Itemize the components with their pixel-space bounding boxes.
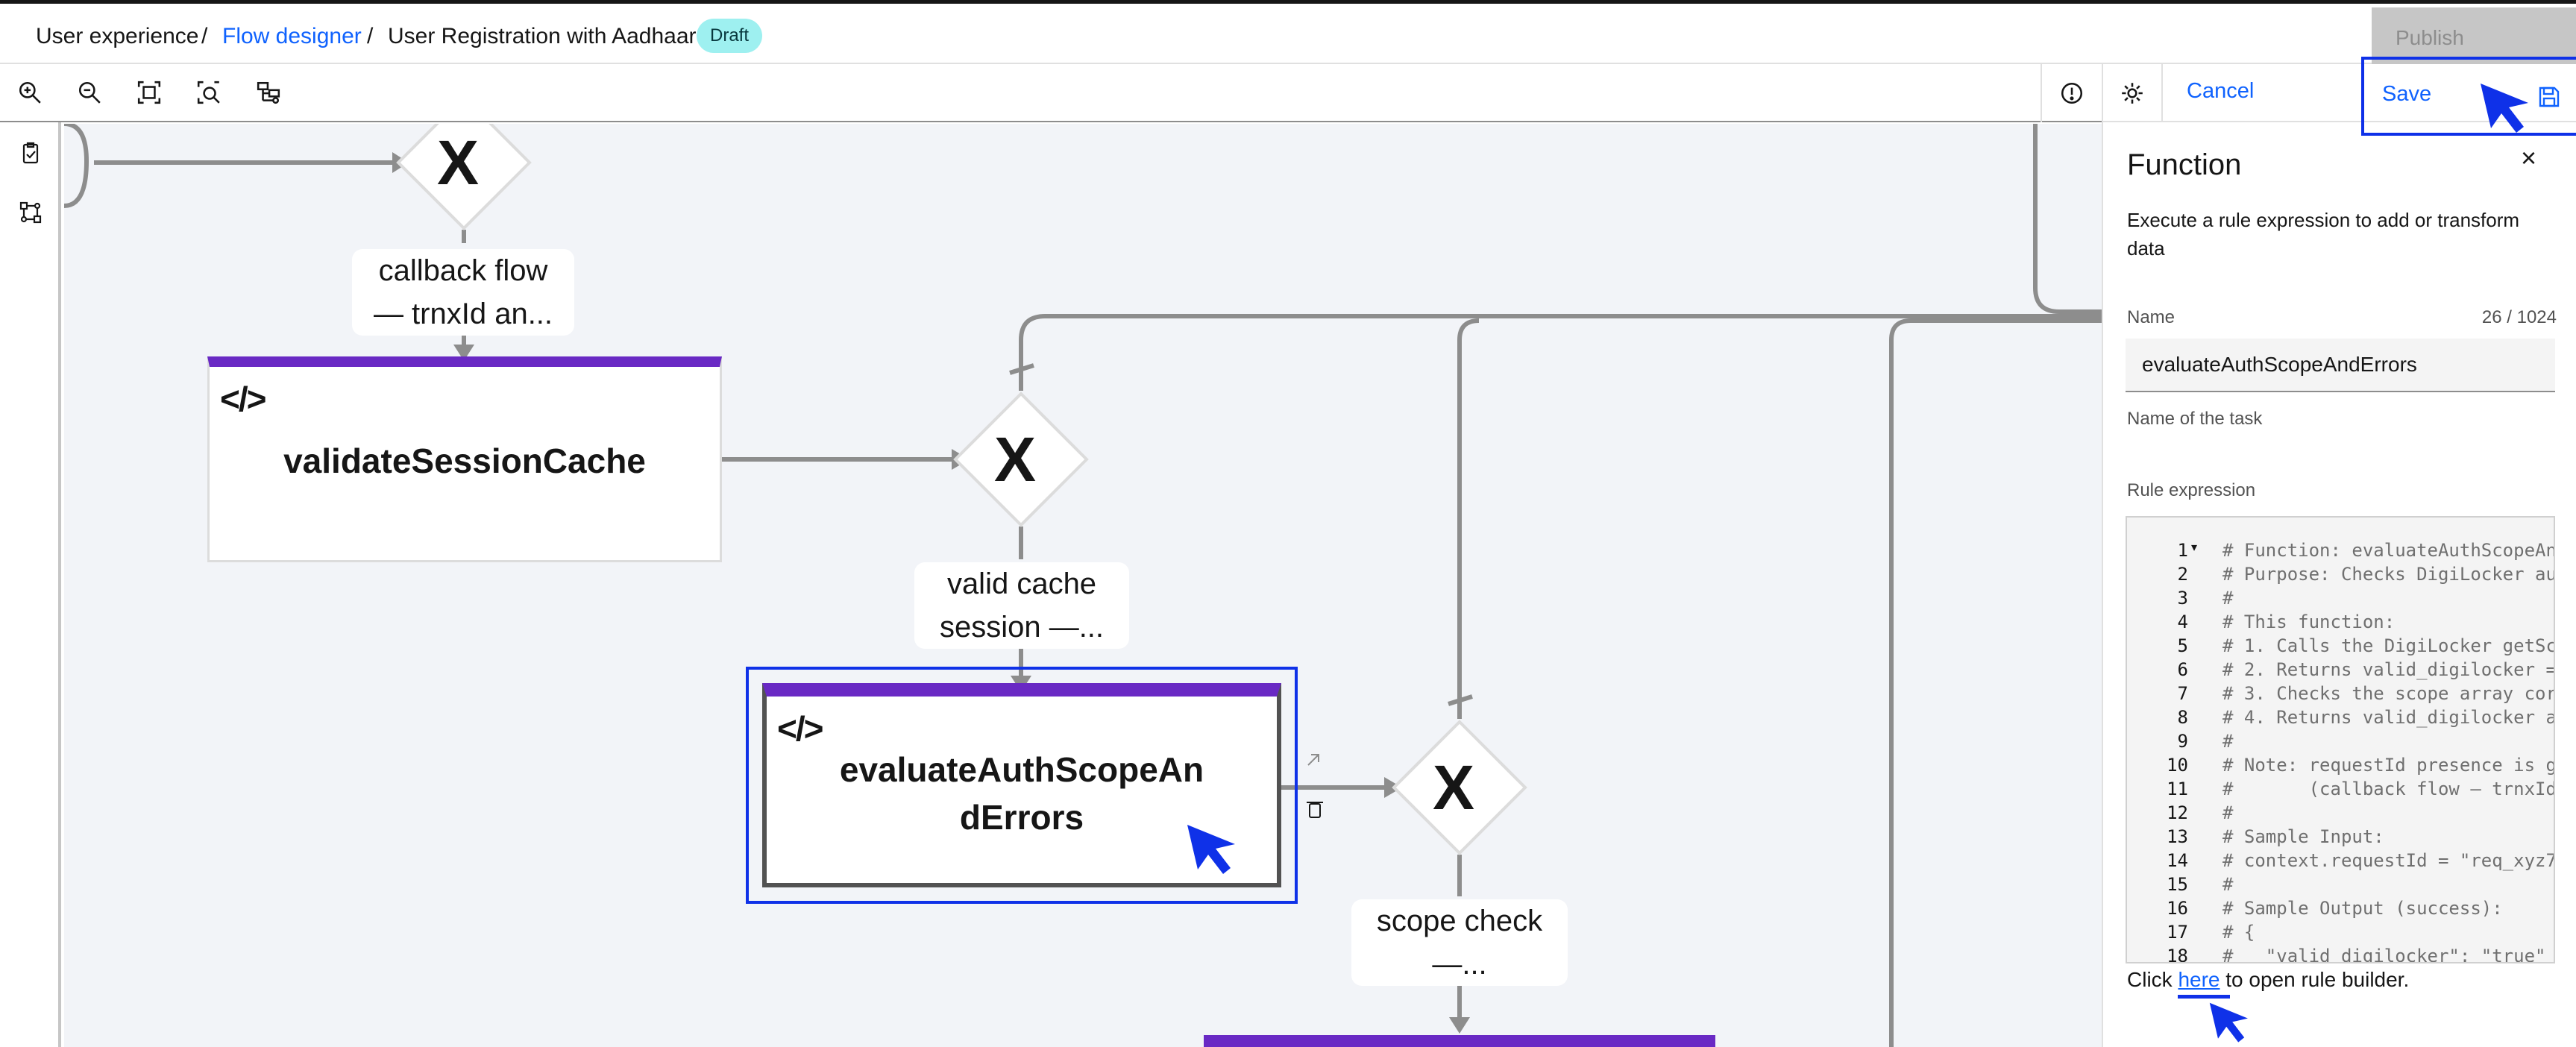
rule-expression-editor[interactable]: 1 2 3 4 5 6 7 8 9 10 11 12 13 14 15 16 17 18 ▾ # Function:… xyxy=(2126,516,2555,963)
task-node-name: validateSessionCache xyxy=(283,441,646,480)
name-field-label: Name xyxy=(2127,307,2176,327)
code-line[interactable]: # Sample Input: xyxy=(2222,825,2384,849)
line-number: 18 xyxy=(2167,946,2188,963)
name-helper-text: Name of the task xyxy=(2127,409,2263,429)
top-bar: User experience / Flow designer / User R… xyxy=(0,0,2576,68)
layout-icon[interactable] xyxy=(252,76,285,109)
gear-icon[interactable] xyxy=(2103,64,2163,122)
code-line[interactable]: # Sample Output (success): xyxy=(2222,896,2503,920)
zoom-out-icon[interactable] xyxy=(73,76,106,109)
code-line[interactable]: # 4. Returns valid_digilocker a xyxy=(2222,705,2554,729)
properties-panel: Cancel Save Function × Execute a rule ex… xyxy=(2102,57,2576,1047)
editor-gutter: 1 2 3 4 5 6 7 8 9 10 11 12 13 14 15 16 17 18 ▾ xyxy=(2127,518,2208,962)
name-input[interactable] xyxy=(2126,339,2555,392)
line-number: 6 xyxy=(2177,659,2188,680)
fold-chevron-icon[interactable]: ▾ xyxy=(2191,540,2197,555)
code-line[interactable]: # xyxy=(2222,586,2233,610)
gateway-exclusive-2[interactable]: X xyxy=(994,428,1036,491)
fit-to-screen-icon[interactable] xyxy=(133,76,166,109)
edge-label-line: — trnxId an... xyxy=(373,298,553,330)
code-line[interactable]: # This function: xyxy=(2222,610,2395,634)
line-number: 16 xyxy=(2167,898,2188,919)
edge-label-line: valid cache xyxy=(946,567,1097,600)
edge-label-line: callback flow xyxy=(378,254,548,287)
code-line[interactable]: # "valid_digilocker": "true" xyxy=(2222,944,2545,962)
code-line[interactable]: # (callback flow — trnxId xyxy=(2222,777,2554,801)
panel-description: Execute a rule expression to add or tran… xyxy=(2127,209,2520,260)
edge-label-scope-check[interactable]: scope check —... xyxy=(1351,899,1568,986)
close-icon[interactable]: × xyxy=(2521,145,2536,172)
flow-canvas[interactable]: X X X callback flow — trnxId an... valid… xyxy=(64,124,2102,1047)
edge-label-line: scope check xyxy=(1376,905,1543,937)
line-number: 9 xyxy=(2177,731,2188,752)
panel-title: Function xyxy=(2127,148,2242,181)
info-icon[interactable] xyxy=(2041,64,2102,122)
panel-header: Cancel Save xyxy=(2103,57,2576,136)
line-number: 13 xyxy=(2167,826,2188,847)
mouse-cursor-icon xyxy=(1187,825,1235,874)
hint-prefix: Click xyxy=(2127,968,2173,991)
hint-suffix: to open rule builder. xyxy=(2225,968,2410,991)
zoom-area-icon[interactable] xyxy=(192,76,225,109)
line-number: 2 xyxy=(2177,564,2188,585)
mouse-cursor-icon xyxy=(2209,1002,2248,1043)
code-line[interactable]: # xyxy=(2222,872,2233,896)
save-button[interactable]: Save xyxy=(2382,82,2431,107)
code-line[interactable]: # Note: requestId presence is g xyxy=(2222,753,2554,777)
code-line[interactable]: # 2. Returns valid_digilocker = xyxy=(2222,658,2554,682)
code-icon: </> xyxy=(777,709,823,748)
gateway-exclusive-1[interactable]: X xyxy=(437,131,479,194)
breadcrumb-separator: / xyxy=(367,24,374,48)
line-number: 5 xyxy=(2177,635,2188,656)
status-badge: Draft xyxy=(697,19,763,53)
line-number: 7 xyxy=(2177,683,2188,704)
link-highlight-underline xyxy=(2178,995,2230,999)
code-line[interactable]: # xyxy=(2222,801,2233,825)
edge-label-line: session —... xyxy=(939,611,1105,644)
code-icon: </> xyxy=(220,380,266,418)
rule-expression-label: Rule expression xyxy=(2127,480,2256,500)
task-node-validate-session-cache[interactable]: </> validateSessionCache xyxy=(207,356,722,562)
save-icon[interactable] xyxy=(2537,85,2561,109)
code-line[interactable]: # context.requestId = "req_xyz7 xyxy=(2222,849,2554,872)
mouse-cursor-icon xyxy=(2481,84,2528,133)
line-number: 14 xyxy=(2167,850,2188,871)
zoom-in-icon[interactable] xyxy=(13,76,46,109)
code-line[interactable]: # xyxy=(2222,729,2233,753)
code-line[interactable]: # 1. Calls the DigiLocker getSc xyxy=(2222,634,2554,658)
breadcrumb-separator: / xyxy=(201,24,208,48)
edge-label-line: —... xyxy=(1432,948,1487,981)
edge-label-valid-cache[interactable]: valid cache session —... xyxy=(914,562,1129,649)
breadcrumb-flow-designer[interactable]: Flow designer xyxy=(222,23,362,50)
line-number: 15 xyxy=(2167,874,2188,895)
line-number: 4 xyxy=(2177,611,2188,632)
line-number: 3 xyxy=(2177,588,2188,609)
cancel-button[interactable]: Cancel xyxy=(2187,79,2254,104)
code-line[interactable]: # Function: evaluateAuthScopeAn xyxy=(2222,538,2554,562)
rule-builder-link[interactable]: here xyxy=(2178,968,2220,991)
line-number: 11 xyxy=(2167,779,2188,799)
rule-builder-hint: Click here to open rule builder. xyxy=(2127,968,2409,992)
line-number: 12 xyxy=(2167,802,2188,823)
breadcrumb-current-flow: User Registration with Aadhaar xyxy=(388,24,697,48)
line-number: 8 xyxy=(2177,707,2188,728)
task-node-partial[interactable] xyxy=(1204,1035,1715,1047)
left-rail xyxy=(0,122,61,1047)
code-line[interactable]: # 3. Checks the scope array cor xyxy=(2222,682,2554,705)
canvas-toolbar xyxy=(0,64,2102,122)
edge-label-callback-flow[interactable]: callback flow — trnxId an... xyxy=(352,249,574,336)
breadcrumb-user-experience[interactable]: User experience xyxy=(36,23,198,50)
task-node-name-line1: evaluateAuthScopeAn xyxy=(839,750,1204,789)
flow-map-icon[interactable] xyxy=(15,197,46,228)
code-line[interactable]: # Purpose: Checks DigiLocker au xyxy=(2222,562,2554,586)
line-number: 1 xyxy=(2177,540,2188,561)
save-highlight: Save xyxy=(2361,57,2576,136)
name-char-counter: 26 / 1024 xyxy=(2481,307,2557,327)
code-line[interactable]: # { xyxy=(2222,920,2255,944)
line-number: 17 xyxy=(2167,922,2188,943)
gateway-exclusive-3[interactable]: X xyxy=(1433,756,1474,819)
task-list-icon[interactable] xyxy=(15,137,46,169)
line-number: 10 xyxy=(2167,755,2188,776)
